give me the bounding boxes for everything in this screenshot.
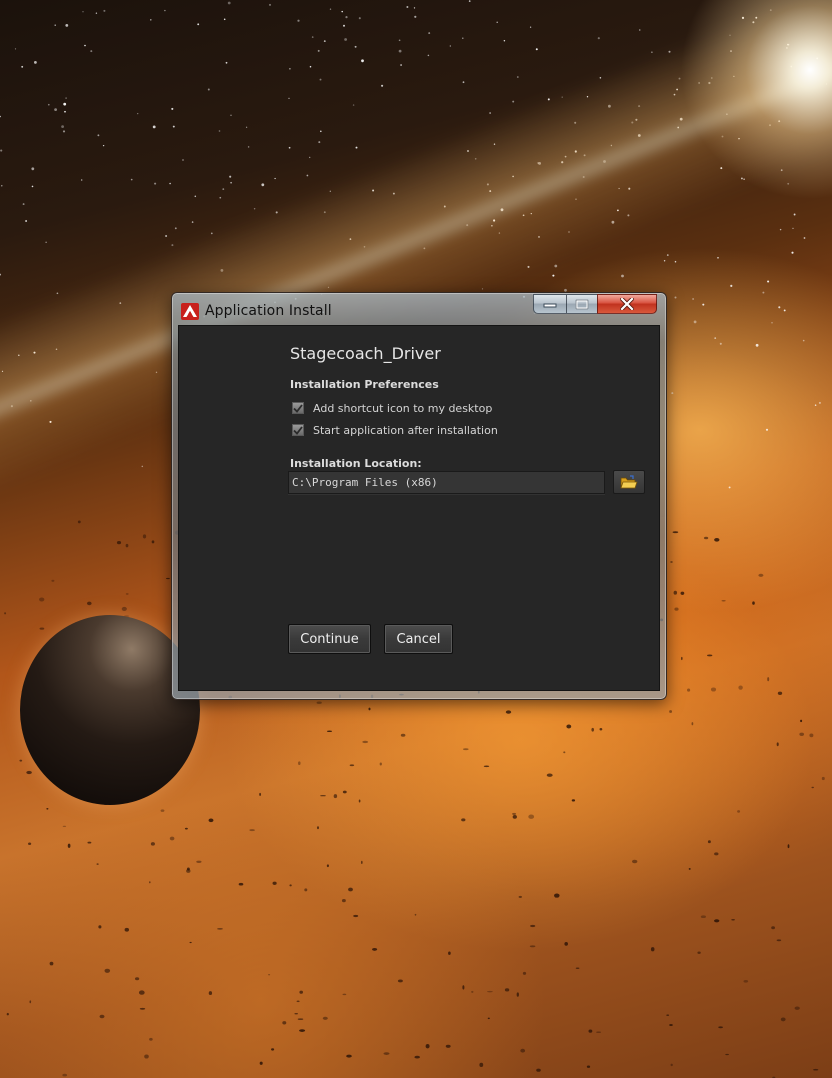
installation-location-label: Installation Location: xyxy=(290,457,422,470)
desktop-background: Application Install Stagecoach_Driver In… xyxy=(0,0,832,1078)
start-after-install-option[interactable]: Start application after installation xyxy=(292,423,498,437)
window-title: Application Install xyxy=(205,303,332,319)
checkmark-icon xyxy=(293,425,303,435)
application-name: Stagecoach_Driver xyxy=(290,344,441,363)
adobe-air-icon xyxy=(181,303,199,320)
installation-location-input[interactable] xyxy=(288,471,605,494)
continue-button[interactable]: Continue xyxy=(288,624,371,654)
folder-icon xyxy=(620,474,638,488)
shortcut-checkbox[interactable] xyxy=(292,402,304,414)
shortcut-label: Add shortcut icon to my desktop xyxy=(313,401,493,415)
checkmark-icon xyxy=(293,403,303,413)
maximize-button[interactable] xyxy=(566,294,598,314)
maximize-icon xyxy=(575,299,589,309)
minimize-icon xyxy=(543,303,557,308)
browse-folder-button[interactable] xyxy=(613,470,645,494)
title-bar[interactable]: Application Install xyxy=(172,293,666,325)
shortcut-option[interactable]: Add shortcut icon to my desktop xyxy=(292,401,492,415)
preferences-heading: Installation Preferences xyxy=(290,378,439,391)
cancel-button[interactable]: Cancel xyxy=(384,624,453,654)
minimize-button[interactable] xyxy=(533,294,567,314)
installer-window: Application Install Stagecoach_Driver In… xyxy=(171,292,667,700)
close-button[interactable] xyxy=(597,294,657,314)
start-after-install-label: Start application after installation xyxy=(313,423,498,437)
close-icon xyxy=(620,298,634,310)
installer-panel: Stagecoach_Driver Installation Preferenc… xyxy=(178,325,660,691)
start-after-install-checkbox[interactable] xyxy=(292,424,304,436)
